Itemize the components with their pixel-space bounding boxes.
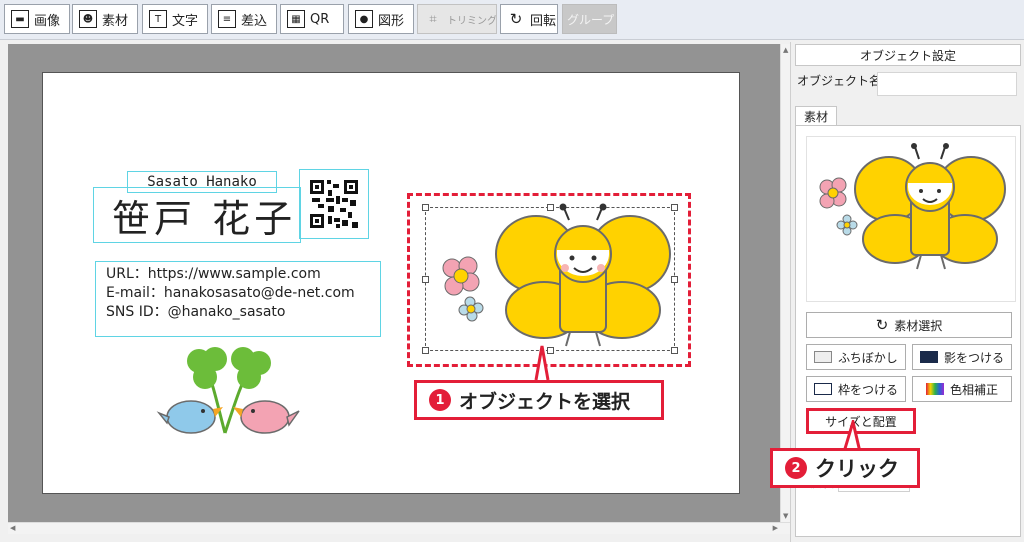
material-button[interactable]: ☻ 素材: [72, 4, 138, 34]
callout-1-pointer: [534, 345, 550, 381]
rotate-icon: ↻: [509, 10, 523, 28]
step-2-badge: 2: [785, 457, 807, 479]
trimming-button[interactable]: ⌗ トリミング: [417, 4, 497, 34]
shape-button-label: 図形: [378, 13, 405, 29]
insert-button-label: 差込: [241, 13, 268, 29]
frame-icon: [813, 383, 832, 395]
text-button-label: 文字: [172, 13, 199, 29]
canvas-area[interactable]: Sasato Hanako 笹戸 花子 URL：https://www.samp…: [8, 44, 780, 522]
clover-birds-illustration[interactable]: [155, 343, 305, 443]
qr-code[interactable]: [299, 169, 369, 239]
material-button-label: 素材: [102, 13, 129, 29]
callout-select-object: 1 オブジェクトを選択: [414, 380, 664, 420]
resize-handle-right[interactable]: [671, 276, 678, 283]
step-1-badge: 1: [429, 389, 451, 411]
butterfly-illustration: [442, 203, 671, 347]
scroll-left-icon[interactable]: ◀: [10, 524, 15, 532]
resize-handle-left[interactable]: [422, 276, 429, 283]
tab-material[interactable]: 素材: [795, 106, 837, 126]
contact-text-box[interactable]: URL：https://www.sample.com E-mail：hanako…: [95, 261, 381, 337]
rotate-button-label: 回転: [530, 13, 557, 29]
add-shadow-button[interactable]: 影をつける: [912, 344, 1012, 370]
resize-handle-top-right[interactable]: [671, 204, 678, 211]
scroll-up-icon[interactable]: ▲: [783, 46, 788, 54]
add-shadow-label: 影をつける: [943, 350, 1004, 365]
object-name-label: オブジェクト名: [797, 74, 882, 88]
qr-icon: ▦: [287, 10, 305, 28]
select-material-label: 素材選択: [894, 318, 943, 333]
add-frame-label: 枠をつける: [837, 382, 898, 397]
document-icon: ≡: [218, 10, 236, 28]
resize-handle-bottom-left[interactable]: [422, 347, 429, 354]
color-palette-icon: [925, 383, 944, 395]
group-button[interactable]: グループ: [562, 4, 617, 34]
insert-button[interactable]: ≡ 差込: [211, 4, 277, 34]
image-button-label: 画像: [34, 13, 61, 29]
callout-click: 2 クリック: [770, 448, 920, 488]
text-icon: T: [149, 10, 167, 28]
blur-edge-label: ふちぼかし: [838, 350, 898, 365]
qr-button[interactable]: ▦ QR: [280, 4, 344, 34]
name-kanji-text[interactable]: 笹戸 花子: [93, 187, 301, 243]
contact-sns: SNS ID：@hanako_sasato: [106, 304, 286, 320]
shape-button[interactable]: ● 図形: [348, 4, 414, 34]
refresh-icon: ↻: [875, 316, 889, 334]
scroll-down-icon[interactable]: ▼: [783, 512, 788, 520]
resize-handle-top-left[interactable]: [422, 204, 429, 211]
resize-handle-top[interactable]: [547, 204, 554, 211]
text-button[interactable]: T 文字: [142, 4, 208, 34]
rotate-button[interactable]: ↻ 回転: [500, 4, 558, 34]
shape-icon: ●: [355, 10, 373, 28]
horizontal-scrollbar[interactable]: ◀ ▶: [8, 522, 790, 534]
panel-title: オブジェクト設定: [795, 44, 1021, 66]
shadow-icon: [919, 351, 938, 363]
butterfly-preview-image: [819, 143, 1006, 270]
color-correction-button[interactable]: 色相補正: [912, 376, 1012, 402]
resize-handle-bottom-right[interactable]: [671, 347, 678, 354]
select-material-button[interactable]: ↻ 素材選択: [806, 312, 1012, 338]
scroll-right-icon[interactable]: ▶: [773, 524, 778, 532]
app-window: ▬ 画像 ☻ 素材 T 文字 ≡ 差込 ▦ QR ● 図形 ⌗ トリミング ↻: [0, 0, 1024, 542]
qr-button-label: QR: [310, 11, 330, 27]
crop-icon: ⌗: [429, 11, 437, 27]
object-name-input[interactable]: [877, 72, 1017, 96]
business-card[interactable]: Sasato Hanako 笹戸 花子 URL：https://www.samp…: [42, 72, 740, 494]
toolbar: ▬ 画像 ☻ 素材 T 文字 ≡ 差込 ▦ QR ● 図形 ⌗ トリミング ↻: [0, 0, 1024, 40]
trimming-button-label: トリミング: [447, 15, 497, 27]
image-icon: ▬: [11, 10, 29, 28]
butterfly-object[interactable]: [422, 203, 678, 354]
qr-code-icon: [310, 180, 358, 228]
add-frame-button[interactable]: 枠をつける: [806, 376, 906, 402]
contact-email: E-mail：hanakosasato@de-net.com: [106, 285, 355, 301]
color-correction-label: 色相補正: [949, 382, 998, 397]
material-icon: ☻: [79, 10, 97, 28]
blur-edge-button[interactable]: ふちぼかし: [806, 344, 906, 370]
callout-1-text: オブジェクトを選択: [459, 390, 631, 413]
blur-edge-icon: [814, 351, 833, 363]
group-button-label: グループ: [567, 12, 615, 27]
image-button[interactable]: ▬ 画像: [4, 4, 70, 34]
contact-url: URL：https://www.sample.com: [106, 266, 321, 282]
material-preview: [806, 136, 1016, 302]
callout-2-text: クリック: [815, 457, 899, 481]
